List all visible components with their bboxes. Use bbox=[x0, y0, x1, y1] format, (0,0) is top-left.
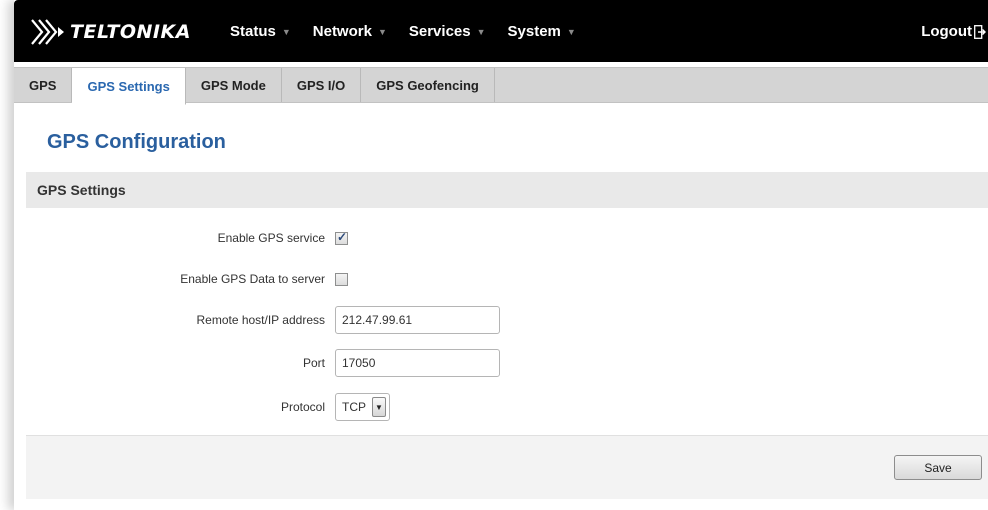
section-header: GPS Settings bbox=[26, 172, 988, 208]
tab-label: GPS Mode bbox=[200, 77, 266, 93]
remote-host-input[interactable]: 212.47.99.61 bbox=[335, 306, 500, 334]
port-input[interactable]: 17050 bbox=[335, 349, 500, 377]
nav-network[interactable]: Network ▼ bbox=[313, 23, 387, 40]
checkmark-icon: ✓ bbox=[337, 229, 348, 244]
tab-gps-io[interactable]: GPS I/O bbox=[282, 68, 362, 102]
form-row-protocol: Protocol TCP ▼ bbox=[14, 393, 988, 421]
gps-tab-bar: GPS GPS Settings GPS Mode GPS I/O GPS Ge… bbox=[14, 67, 988, 105]
tab-label: GPS I/O bbox=[296, 77, 346, 93]
form-row-enable-gps-service: Enable GPS service ✓ bbox=[14, 225, 988, 251]
tab-gps-mode[interactable]: GPS Mode bbox=[186, 68, 282, 102]
chevron-down-icon: ▼ bbox=[476, 26, 486, 37]
page-title: GPS Configuration bbox=[47, 131, 226, 153]
tab-label: GPS bbox=[29, 77, 57, 93]
nav-network-label: Network bbox=[312, 23, 372, 40]
form-row-remote-host: Remote host/IP address 212.47.99.61 bbox=[14, 306, 988, 334]
nav-system-label: System bbox=[507, 23, 561, 40]
nav-services[interactable]: Services ▼ bbox=[409, 23, 486, 40]
save-button[interactable]: Save bbox=[894, 455, 982, 480]
teltonika-chevrons-logo-icon bbox=[31, 19, 64, 45]
logout-link[interactable]: Logout bbox=[921, 23, 986, 40]
chevron-down-icon: ▼ bbox=[566, 26, 576, 37]
form-row-enable-gps-data: Enable GPS Data to server bbox=[14, 266, 988, 292]
tab-gps[interactable]: GPS bbox=[14, 68, 73, 102]
protocol-label: Protocol bbox=[280, 400, 325, 414]
top-navigation-bar: TELTONIKA Status ▼ Network ▼ Services ▼ … bbox=[14, 0, 988, 62]
enable-gps-service-checkbox[interactable]: ✓ bbox=[335, 229, 348, 245]
chevron-down-icon: ▼ bbox=[372, 397, 386, 417]
nav-system[interactable]: System ▼ bbox=[508, 23, 576, 40]
logout-arrow-icon bbox=[974, 24, 986, 39]
nav-status-label: Status bbox=[230, 23, 276, 40]
brand-logo[interactable]: TELTONIKA bbox=[28, 18, 191, 46]
port-label: Port bbox=[302, 356, 325, 370]
section-title: GPS Settings bbox=[37, 182, 126, 198]
tab-gps-settings[interactable]: GPS Settings bbox=[72, 68, 186, 105]
enable-gps-service-label: Enable GPS service bbox=[217, 231, 325, 245]
brand-name: TELTONIKA bbox=[70, 21, 191, 43]
protocol-select[interactable]: TCP ▼ bbox=[335, 393, 390, 421]
form-row-port: Port 17050 bbox=[14, 349, 988, 377]
logout-label: Logout bbox=[921, 23, 972, 40]
tab-gps-geofencing[interactable]: GPS Geofencing bbox=[361, 68, 495, 102]
tab-label: GPS Geofencing bbox=[376, 77, 479, 93]
browser-page: TELTONIKA Status ▼ Network ▼ Services ▼ … bbox=[14, 0, 988, 510]
protocol-selected-value: TCP bbox=[342, 400, 366, 414]
enable-gps-data-label: Enable GPS Data to server bbox=[180, 272, 325, 286]
form-footer: Save bbox=[26, 435, 988, 499]
main-nav: Status ▼ Network ▼ Services ▼ System ▼ bbox=[230, 23, 598, 40]
remote-host-label: Remote host/IP address bbox=[196, 313, 325, 327]
nav-status[interactable]: Status ▼ bbox=[230, 23, 291, 40]
chevron-down-icon: ▼ bbox=[281, 26, 291, 37]
tab-label: GPS Settings bbox=[87, 78, 170, 94]
nav-services-label: Services bbox=[408, 23, 471, 40]
enable-gps-data-checkbox[interactable] bbox=[335, 272, 348, 286]
chevron-down-icon: ▼ bbox=[377, 26, 387, 37]
